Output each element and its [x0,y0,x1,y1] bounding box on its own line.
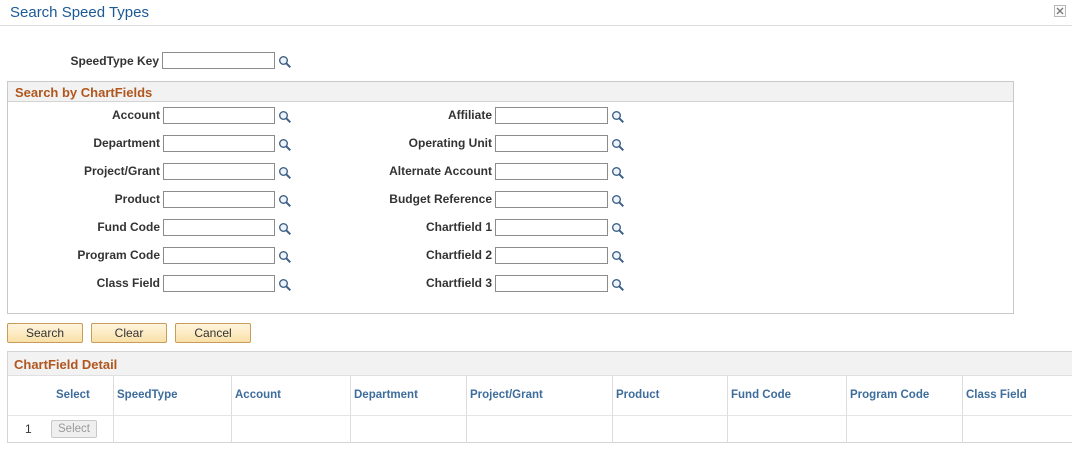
project-grant-label: Project/Grant [83,164,160,178]
speedtype-key-label: SpeedType Key [70,54,159,68]
affiliate-input[interactable] [495,107,608,124]
chartfield-detail-header: ChartField Detail [8,352,1072,376]
budget-reference-label: Budget Reference [389,192,492,206]
affiliate-lookup-icon[interactable] [611,110,625,124]
alternate-account-label: Alternate Account [389,164,492,178]
column-header-fund-code[interactable]: Fund Code [728,376,847,415]
speedtype-key-lookup-icon[interactable] [278,55,292,69]
search-button[interactable]: Search [7,323,83,343]
program-code-input[interactable] [163,247,275,264]
table-row-cell-account [232,415,351,443]
chartfield-2-label: Chartfield 2 [425,248,492,262]
product-input[interactable] [163,191,275,208]
chartfield-detail-grid: ChartField Detail Select SpeedType Accou… [7,351,1072,443]
chartfield-1-input[interactable] [495,219,608,236]
clear-button[interactable]: Clear [91,323,167,343]
chartfield-2-lookup-icon[interactable] [611,250,625,264]
column-header-department[interactable]: Department [351,376,467,415]
budget-reference-input[interactable] [495,191,608,208]
account-input[interactable] [163,107,275,124]
close-icon[interactable] [1054,5,1066,17]
fund-code-label: Fund Code [97,220,160,234]
table-row-cell-project-grant [467,415,613,443]
program-code-label: Program Code [77,248,160,262]
department-lookup-icon[interactable] [278,138,292,152]
column-header-select: Select [8,376,114,415]
column-header-account[interactable]: Account [232,376,351,415]
cancel-button[interactable]: Cancel [175,323,251,343]
operating-unit-lookup-icon[interactable] [611,138,625,152]
column-header-class-field[interactable]: Class Field [963,376,1072,415]
chartfield-3-input[interactable] [495,275,608,292]
alternate-account-lookup-icon[interactable] [611,166,625,180]
column-header-program-code[interactable]: Program Code [847,376,963,415]
class-field-input[interactable] [163,275,275,292]
window-titlebar: Search Speed Types [0,0,1072,26]
project-grant-lookup-icon[interactable] [278,166,292,180]
class-field-lookup-icon[interactable] [278,278,292,292]
operating-unit-input[interactable] [495,135,608,152]
program-code-lookup-icon[interactable] [278,250,292,264]
row-number: 1 [25,422,32,436]
fund-code-input[interactable] [163,219,275,236]
search-by-chartfields-header: Search by ChartFields [8,82,1013,102]
table-row-cell-department [351,415,467,443]
window-title: Search Speed Types [10,4,149,21]
budget-reference-lookup-icon[interactable] [611,194,625,208]
search-by-chartfields-title: Search by ChartFields [15,85,153,100]
speedtype-key-input[interactable] [162,52,275,69]
alternate-account-input[interactable] [495,163,608,180]
chartfield-1-label: Chartfield 1 [425,220,492,234]
column-header-product[interactable]: Product [613,376,728,415]
table-row-cell-class-field [963,415,1072,443]
operating-unit-label: Operating Unit [408,136,492,150]
chartfield-1-lookup-icon[interactable] [611,222,625,236]
table-row-cell-program-code [847,415,963,443]
product-lookup-icon[interactable] [278,194,292,208]
class-field-label: Class Field [96,276,160,290]
affiliate-label: Affiliate [447,108,492,122]
column-header-speedtype[interactable]: SpeedType [114,376,232,415]
chartfield-2-input[interactable] [495,247,608,264]
table-row-cell-speedtype [114,415,232,443]
account-label: Account [112,108,160,122]
department-input[interactable] [163,135,275,152]
project-grant-input[interactable] [163,163,275,180]
department-label: Department [93,136,160,150]
chartfield-3-label: Chartfield 3 [425,276,492,290]
table-row-cell-fund-code [728,415,847,443]
product-label: Product [114,192,160,206]
table-row-cell-product [613,415,728,443]
fund-code-lookup-icon[interactable] [278,222,292,236]
account-lookup-icon[interactable] [278,110,292,124]
chartfield-3-lookup-icon[interactable] [611,278,625,292]
column-header-project-grant[interactable]: Project/Grant [467,376,613,415]
row-select-button[interactable]: Select [51,420,97,438]
chartfield-detail-title: ChartField Detail [14,357,118,372]
